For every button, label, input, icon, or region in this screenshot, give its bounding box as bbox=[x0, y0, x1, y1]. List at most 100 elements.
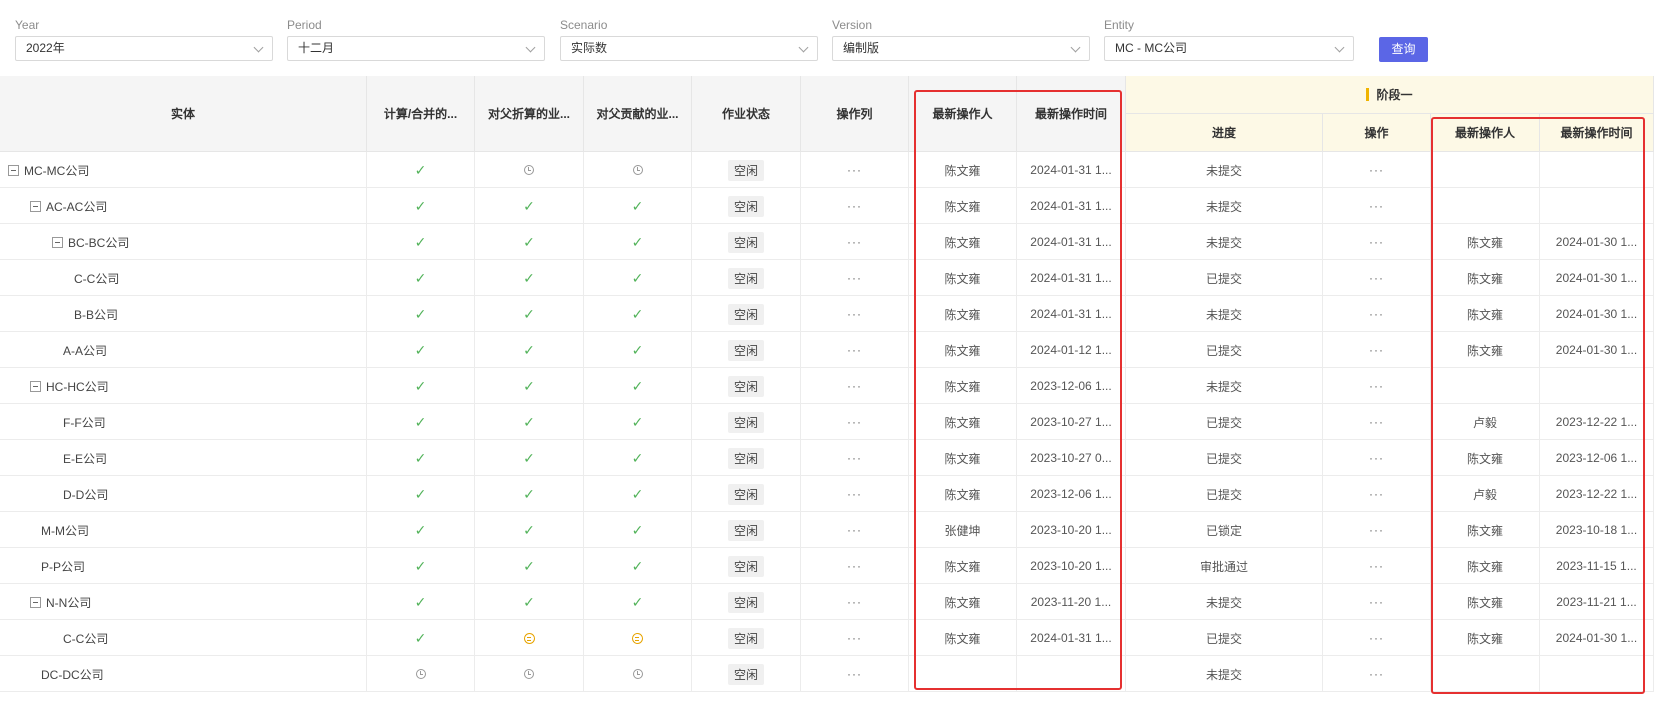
more-actions-button[interactable]: ··· bbox=[847, 415, 862, 429]
table-row[interactable]: P-P公司 ✓ ✓ ✓ 空闲 ··· 陈文雍 2023-10-20 1... 审批通过 ··· 陈文… bbox=[0, 548, 1654, 584]
operate-button[interactable]: ··· bbox=[1369, 451, 1384, 465]
col-header-last-time[interactable]: 最新操作时间 bbox=[1017, 76, 1126, 152]
more-actions-button[interactable]: ··· bbox=[847, 559, 862, 573]
col-header-calc[interactable]: 计算/合并的... bbox=[367, 76, 475, 152]
last-operation-time-cell: 2024-01-12 1... bbox=[1017, 332, 1126, 368]
status-badge-cell: 空闲 bbox=[692, 512, 801, 548]
fold-cell bbox=[475, 152, 584, 188]
period-select[interactable]: 十二月 bbox=[287, 36, 545, 61]
operate-button[interactable]: ··· bbox=[1369, 343, 1384, 357]
check-icon: ✓ bbox=[414, 413, 427, 430]
table-row[interactable]: C-C公司 ✓ ✓ ✓ 空闲 ··· 陈文雍 2024-01-31 1... 已提交 ··· 陈文雍… bbox=[0, 260, 1654, 296]
version-select[interactable]: 编制版 bbox=[832, 36, 1090, 61]
more-actions-button[interactable]: ··· bbox=[847, 487, 862, 501]
table-row[interactable]: B-B公司 ✓ ✓ ✓ 空闲 ··· 陈文雍 2024-01-31 1... 未提交 ··· 陈文雍… bbox=[0, 296, 1654, 332]
operate-button[interactable]: ··· bbox=[1369, 415, 1384, 429]
operate-button-cell: ··· bbox=[1323, 476, 1431, 512]
last-operator: 陈文雍 bbox=[944, 307, 981, 322]
query-button[interactable]: 查询 bbox=[1379, 37, 1428, 62]
table-row[interactable]: HC-HC公司 ✓ ✓ ✓ 空闲 ··· 陈文雍 2023-12-06 1... 未提交 ··· bbox=[0, 368, 1654, 404]
operate-button[interactable]: ··· bbox=[1369, 667, 1384, 681]
col-header-parent-fold[interactable]: 对父折算的业... bbox=[475, 76, 584, 152]
table-row[interactable]: M-M公司 ✓ ✓ ✓ 空闲 ··· 张健坤 2023-10-20 1... 已锁定 ··· 陈文雍… bbox=[0, 512, 1654, 548]
more-actions-button[interactable]: ··· bbox=[847, 307, 862, 321]
warning-icon bbox=[523, 632, 535, 644]
operate-button[interactable]: ··· bbox=[1369, 199, 1384, 213]
more-actions-button[interactable]: ··· bbox=[847, 235, 862, 249]
stage-operation-time: 2024-01-30 1... bbox=[1555, 307, 1638, 321]
operate-button[interactable]: ··· bbox=[1369, 523, 1384, 537]
last-operator: 陈文雍 bbox=[944, 163, 981, 178]
year-select[interactable]: 2022年 bbox=[15, 36, 273, 61]
more-actions-button[interactable]: ··· bbox=[847, 271, 862, 285]
operate-button-cell: ··· bbox=[1323, 260, 1431, 296]
stage-operator-cell: 陈文雍 bbox=[1431, 548, 1540, 584]
table-row[interactable]: N-N公司 ✓ ✓ ✓ 空闲 ··· 陈文雍 2023-11-20 1... 未提交 ··· 陈文雍… bbox=[0, 584, 1654, 620]
entity-name: N-N公司 bbox=[46, 595, 92, 610]
year-filter: Year 2022年 bbox=[15, 16, 273, 61]
col-header-progress[interactable]: 进度 bbox=[1126, 114, 1323, 152]
col-header-stage-time[interactable]: 最新操作时间 bbox=[1540, 114, 1654, 152]
check-icon: ✓ bbox=[631, 341, 644, 358]
operate-button[interactable]: ··· bbox=[1369, 559, 1384, 573]
collapse-toggle-icon[interactable] bbox=[8, 164, 19, 176]
contrib-cell: ✓ bbox=[584, 332, 692, 368]
col-header-stage-operator[interactable]: 最新操作人 bbox=[1431, 114, 1540, 152]
operate-button[interactable]: ··· bbox=[1369, 307, 1384, 321]
last-operation-time-cell: 2023-12-06 1... bbox=[1017, 368, 1126, 404]
table-row[interactable]: BC-BC公司 ✓ ✓ ✓ 空闲 ··· 陈文雍 2024-01-31 1... 未提交 ··· 陈… bbox=[0, 224, 1654, 260]
more-actions-button-cell: ··· bbox=[801, 548, 909, 584]
operate-button[interactable]: ··· bbox=[1369, 487, 1384, 501]
col-header-operate[interactable]: 操作 bbox=[1323, 114, 1431, 152]
more-actions-button[interactable]: ··· bbox=[847, 163, 862, 177]
more-actions-button[interactable]: ··· bbox=[847, 631, 862, 645]
table-row[interactable]: MC-MC公司 ✓ 空闲 ··· 陈文雍 2024-01-31 1... 未提交 ··· bbox=[0, 152, 1654, 188]
col-header-parent-contrib[interactable]: 对父贡献的业... bbox=[584, 76, 692, 152]
table-row[interactable]: C-C公司 ✓ 空闲 ··· 陈文雍 2024-01-31 1... 已提交 ··· 陈文雍 20… bbox=[0, 620, 1654, 656]
table-row[interactable]: D-D公司 ✓ ✓ ✓ 空闲 ··· 陈文雍 2023-12-06 1... 已提交 ··· 卢毅 2… bbox=[0, 476, 1654, 512]
last-operator-cell: 陈文雍 bbox=[909, 584, 1017, 620]
more-actions-button[interactable]: ··· bbox=[847, 343, 862, 357]
more-actions-button[interactable]: ··· bbox=[847, 523, 862, 537]
operate-button[interactable]: ··· bbox=[1369, 271, 1384, 285]
entity-cell: MC-MC公司 bbox=[0, 152, 367, 188]
collapse-toggle-icon[interactable] bbox=[52, 236, 63, 248]
col-header-entity[interactable]: 实体 bbox=[0, 76, 367, 152]
fold-cell: ✓ bbox=[475, 368, 584, 404]
operate-button[interactable]: ··· bbox=[1369, 631, 1384, 645]
scenario-select[interactable]: 实际数 bbox=[560, 36, 818, 61]
operate-button-cell: ··· bbox=[1323, 620, 1431, 656]
stage-operator: 陈文雍 bbox=[1466, 307, 1503, 322]
status-badge-cell: 空闲 bbox=[692, 188, 801, 224]
check-icon: ✓ bbox=[631, 269, 644, 286]
table-row[interactable]: DC-DC公司 空闲 ··· 未提交 ··· bbox=[0, 656, 1654, 692]
status-badge: 空闲 bbox=[727, 231, 764, 253]
last-operator-cell: 陈文雍 bbox=[909, 296, 1017, 332]
more-actions-button[interactable]: ··· bbox=[847, 199, 862, 213]
stage-operator: 陈文雍 bbox=[1466, 559, 1503, 574]
more-actions-button[interactable]: ··· bbox=[847, 451, 862, 465]
operate-button[interactable]: ··· bbox=[1369, 163, 1384, 177]
fold-cell: ✓ bbox=[475, 584, 584, 620]
more-actions-button[interactable]: ··· bbox=[847, 379, 862, 393]
operate-button[interactable]: ··· bbox=[1369, 379, 1384, 393]
table-row[interactable]: F-F公司 ✓ ✓ ✓ 空闲 ··· 陈文雍 2023-10-27 1... 已提交 ··· 卢毅 2… bbox=[0, 404, 1654, 440]
collapse-toggle-icon[interactable] bbox=[30, 380, 41, 392]
col-header-last-operator[interactable]: 最新操作人 bbox=[909, 76, 1017, 152]
entity-select[interactable]: MC - MC公司 bbox=[1104, 36, 1354, 61]
more-actions-button[interactable]: ··· bbox=[847, 667, 862, 681]
last-operation-time-cell: 2024-01-31 1... bbox=[1017, 296, 1126, 332]
table-row[interactable]: E-E公司 ✓ ✓ ✓ 空闲 ··· 陈文雍 2023-10-27 0... 已提交 ··· 陈文雍… bbox=[0, 440, 1654, 476]
entity-cell: M-M公司 bbox=[0, 512, 367, 548]
entity-name: C-C公司 bbox=[74, 271, 120, 286]
operate-button[interactable]: ··· bbox=[1369, 235, 1384, 249]
operate-button[interactable]: ··· bbox=[1369, 595, 1384, 609]
collapse-toggle-icon[interactable] bbox=[30, 200, 41, 212]
table-row[interactable]: A-A公司 ✓ ✓ ✓ 空闲 ··· 陈文雍 2024-01-12 1... 已提交 ··· 陈文雍… bbox=[0, 332, 1654, 368]
check-icon: ✓ bbox=[523, 557, 535, 574]
col-header-action[interactable]: 操作列 bbox=[801, 76, 909, 152]
col-header-job-status[interactable]: 作业状态 bbox=[692, 76, 801, 152]
table-row[interactable]: AC-AC公司 ✓ ✓ ✓ 空闲 ··· 陈文雍 2024-01-31 1... 未提交 ··· bbox=[0, 188, 1654, 224]
collapse-toggle-icon[interactable] bbox=[30, 596, 41, 608]
more-actions-button[interactable]: ··· bbox=[847, 595, 862, 609]
